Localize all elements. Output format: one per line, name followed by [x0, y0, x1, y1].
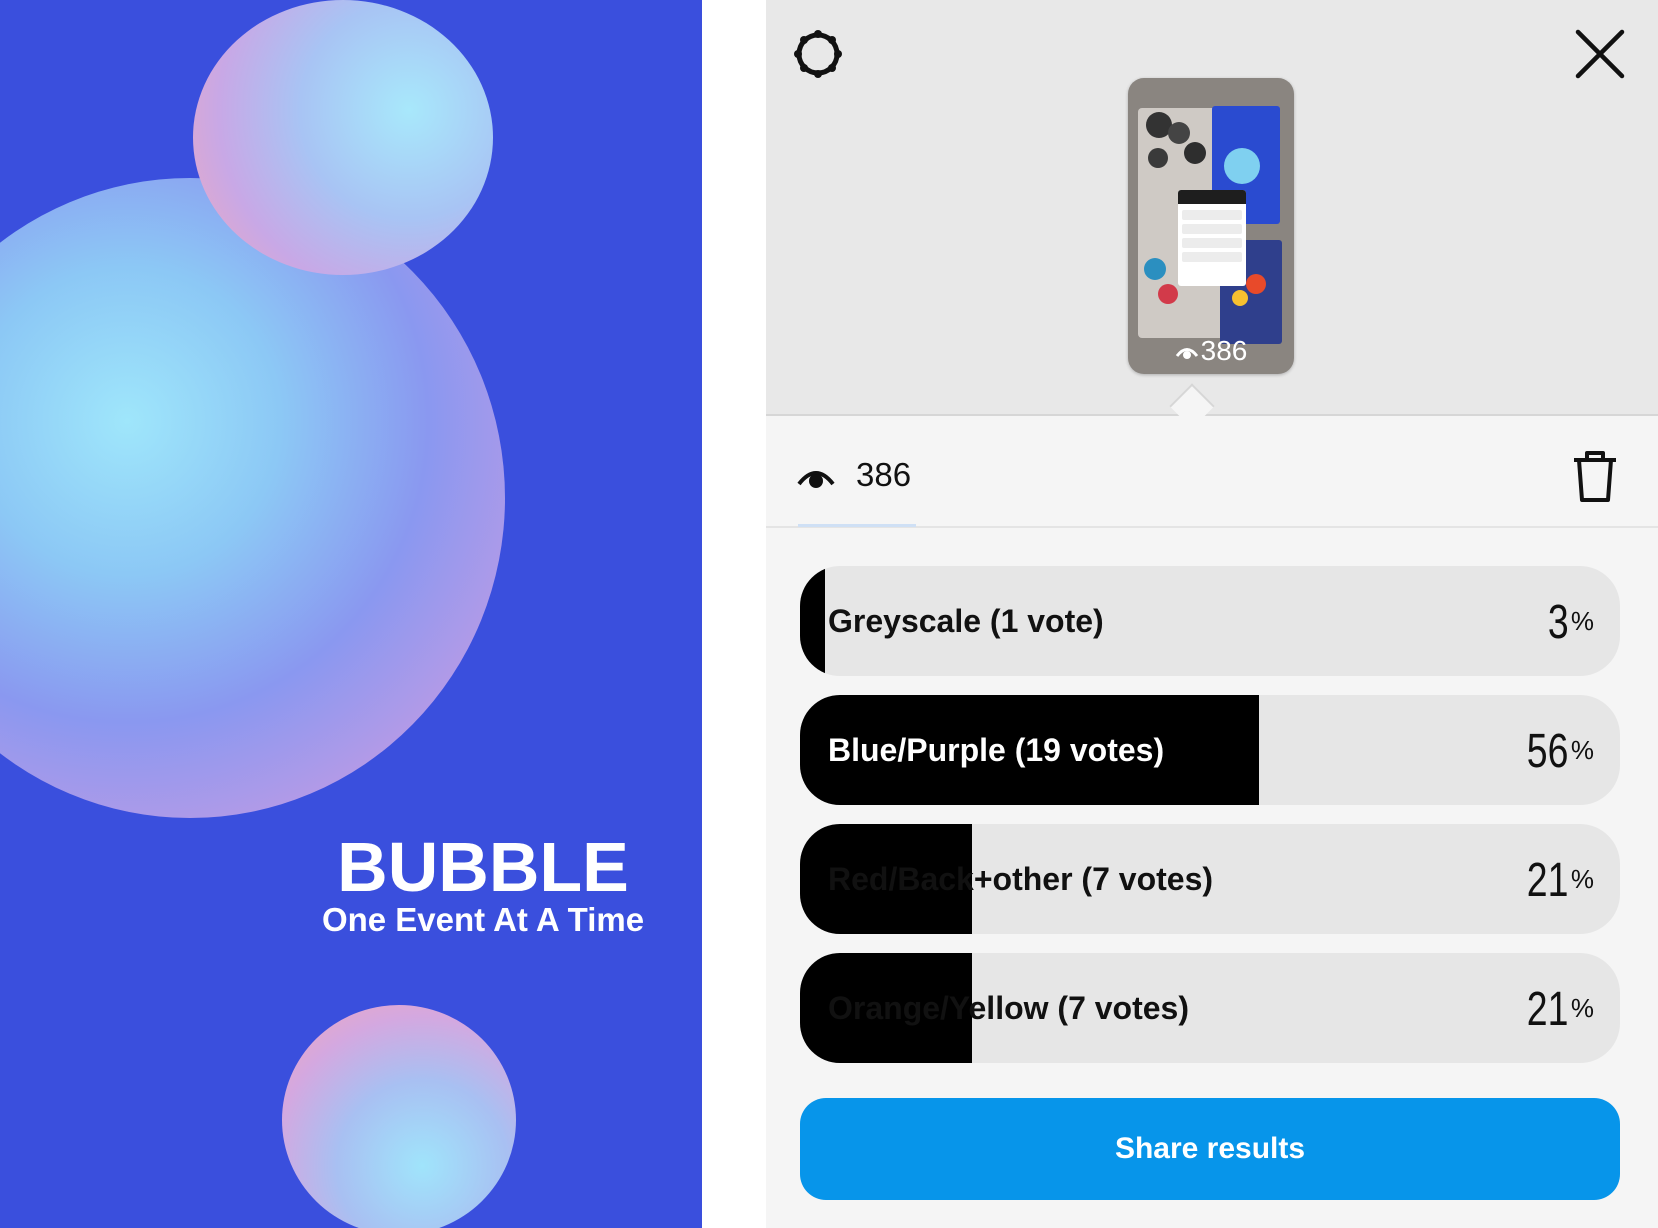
thumbnail-dot — [1158, 284, 1178, 304]
poll-option-percent: 3% — [1548, 596, 1594, 649]
poll-option-greyscale: Greyscale (1 vote) 3% — [800, 566, 1620, 676]
poster-title: BUBBLE — [337, 828, 629, 906]
bottom-bubble-graphic — [282, 1005, 516, 1228]
poster-subtitle: One Event At A Time — [321, 901, 645, 938]
thumbnail-dot — [1246, 274, 1266, 294]
poll-option-red-black-other: Red/Back+other (7 votes) 21% — [800, 824, 1620, 934]
thumbnail-dot — [1144, 258, 1166, 280]
active-tab-indicator — [798, 524, 916, 527]
share-results-button[interactable]: Share results — [800, 1098, 1620, 1200]
views-count[interactable]: 386 — [856, 454, 911, 496]
thumbnail-poll-line — [1182, 238, 1242, 248]
trash-icon[interactable] — [1570, 448, 1620, 504]
poll-results-panel: 386 386 Greyscale (1 vote) 3% Blue/Purpl… — [766, 0, 1658, 1228]
thumbnail-dot — [1232, 290, 1248, 306]
poll-option-percent: 21% — [1527, 854, 1594, 907]
poll-option-orange-yellow: Orange/Yellow (7 votes) 21% — [800, 953, 1620, 1063]
poll-option-percent: 56% — [1527, 725, 1594, 778]
eye-icon[interactable] — [796, 460, 836, 494]
thumbnail-dot — [1168, 122, 1190, 144]
thumbnail-poll-card-header — [1178, 190, 1246, 204]
top-bubble-graphic — [193, 0, 493, 275]
thumbnail-poll-line — [1182, 210, 1242, 220]
poll-option-label: Red/Back+other (7 votes) — [828, 861, 1214, 897]
poll-option-blue-purple: Blue/Purple (19 votes) 56% — [800, 695, 1620, 805]
poll-option-label: Orange/Yellow (7 votes) — [828, 990, 1189, 1026]
poll-option-label: Greyscale (1 vote) — [828, 603, 1104, 639]
large-bubble-graphic — [0, 178, 505, 818]
poll-option-bar-fill — [800, 566, 825, 676]
eye-icon — [1175, 348, 1198, 359]
thumbnail-dot — [1184, 142, 1206, 164]
thumbnail-poll-line — [1182, 252, 1242, 262]
story-preview-header: 386 — [766, 0, 1658, 416]
thumbnail-views: 386 — [1128, 336, 1294, 366]
story-thumbnail[interactable]: 386 — [1128, 78, 1294, 374]
story-poster-image: BUBBLE One Event At A Time — [0, 0, 702, 1228]
thumbnail-views-count: 386 — [1200, 335, 1248, 366]
gear-icon[interactable] — [790, 26, 846, 82]
thumbnail-dot — [1224, 148, 1260, 184]
close-icon[interactable] — [1572, 26, 1628, 82]
thumbnail-poll-line — [1182, 224, 1242, 234]
poll-option-percent: 21% — [1527, 983, 1594, 1036]
poll-option-label: Blue/Purple (19 votes) — [828, 732, 1165, 768]
viewers-row: 386 — [766, 430, 1658, 526]
thumbnail-dot — [1148, 148, 1168, 168]
